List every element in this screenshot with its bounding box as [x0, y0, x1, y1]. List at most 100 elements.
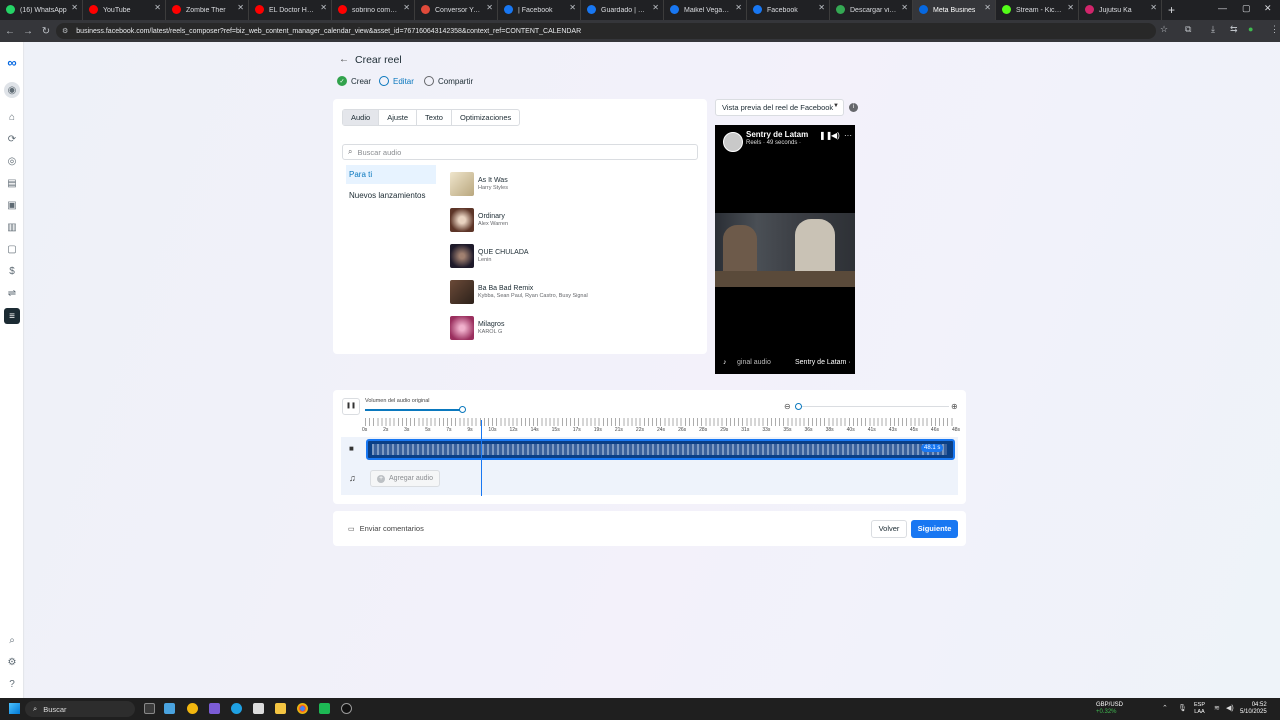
monetization-icon[interactable]: $	[4, 263, 20, 279]
language-indicator[interactable]: ESP LAA	[1194, 702, 1205, 716]
site-info-icon[interactable]: ⚙	[62, 27, 68, 35]
browser-tab[interactable]: Zombie Ther ✕	[166, 0, 249, 20]
planner-icon[interactable]: ▣	[4, 197, 20, 213]
content-icon[interactable]: ▤	[4, 175, 20, 191]
step-share[interactable]: Compartir	[424, 76, 473, 86]
minimize-icon[interactable]: —	[1218, 3, 1227, 13]
browser-tab[interactable]: sobrino combina ✕	[332, 0, 415, 20]
info-icon[interactable]: i	[849, 103, 858, 112]
account-avatar-icon[interactable]: ◉	[4, 82, 20, 98]
back-arrow-icon[interactable]: ←	[339, 54, 349, 65]
extensions-icon[interactable]: ⧉	[1185, 24, 1191, 35]
browser-tab[interactable]: Conversor YouT ✕	[415, 0, 498, 20]
send-feedback-link[interactable]: ▭ Enviar comentarios	[348, 524, 424, 533]
audio-search-input[interactable]	[357, 147, 678, 157]
category-para-ti[interactable]: Para ti	[346, 165, 436, 184]
tab-ajuste[interactable]: Ajuste	[379, 110, 418, 125]
browser-tab[interactable]: | Facebook ✕	[498, 0, 581, 20]
more-icon[interactable]: ···	[844, 131, 852, 140]
audio-track-item[interactable]: Milagros KAROL G	[450, 315, 504, 341]
tab-close-icon[interactable]: ✕	[237, 3, 244, 12]
back-button[interactable]: Volver	[871, 520, 907, 538]
new-tab-icon[interactable]: +	[1162, 3, 1181, 17]
audio-search[interactable]: ⌕	[342, 144, 698, 160]
back-nav-icon[interactable]: ←	[2, 26, 18, 37]
app-icon[interactable]	[209, 703, 220, 714]
browser-tab[interactable]: Guardado | Face ✕	[581, 0, 664, 20]
chevron-down-icon[interactable]: ▼	[833, 103, 839, 109]
tab-close-icon[interactable]: ✕	[1150, 3, 1157, 12]
tab-close-icon[interactable]: ✕	[735, 3, 742, 12]
tray-chevron-icon[interactable]: ⌃	[1162, 704, 1168, 712]
app-icon[interactable]	[319, 703, 330, 714]
star-icon[interactable]: ☆	[1160, 24, 1168, 35]
microphone-icon[interactable]: 🎙	[1178, 704, 1187, 712]
app-icon[interactable]	[187, 703, 198, 714]
volume-slider-handle[interactable]	[459, 406, 466, 413]
store-icon[interactable]	[253, 703, 264, 714]
browser-tab[interactable]: Descargar video ✕	[830, 0, 913, 20]
download-icon[interactable]: ⤓	[1211, 24, 1215, 35]
app-icon[interactable]	[341, 703, 352, 714]
browser-tab[interactable]: (16) WhatsApp ✕	[0, 0, 83, 20]
meta-logo-icon[interactable]: ∞	[4, 54, 20, 70]
timeline-pause-button[interactable]: ❚❚	[342, 398, 360, 415]
audio-track-item[interactable]: Ordinary Alex Warren	[450, 207, 508, 233]
tab-close-icon[interactable]: ✕	[320, 3, 327, 12]
edge-icon[interactable]	[231, 703, 242, 714]
browser-tab[interactable]: Stream - Kick Da ✕	[996, 0, 1079, 20]
volume-slider[interactable]	[365, 409, 463, 411]
tab-close-icon[interactable]: ✕	[154, 3, 161, 12]
file-explorer-icon[interactable]	[275, 703, 286, 714]
zoom-out-icon[interactable]: ⊖	[784, 402, 791, 411]
chrome-icon[interactable]	[297, 703, 308, 714]
tab-close-icon[interactable]: ✕	[652, 3, 659, 12]
playhead[interactable]	[481, 420, 482, 496]
step-edit[interactable]: Editar	[379, 76, 414, 86]
tab-close-icon[interactable]: ✕	[569, 3, 576, 12]
notifications-icon[interactable]: ⟳	[4, 131, 20, 147]
wifi-icon[interactable]: ≋	[1214, 704, 1220, 712]
browser-tab[interactable]: Facebook ✕	[747, 0, 830, 20]
windows-start-icon[interactable]	[9, 703, 20, 714]
zoom-in-icon[interactable]: ⊕	[951, 402, 958, 411]
tab-optimizaciones[interactable]: Optimizaciones	[452, 110, 519, 125]
add-audio-button[interactable]: + Agregar audio	[370, 470, 440, 487]
tab-close-icon[interactable]: ✕	[1067, 3, 1074, 12]
taskbar-search[interactable]: ⌕ Buscar	[25, 701, 135, 717]
help-icon[interactable]: ?	[4, 676, 20, 692]
settings-icon[interactable]: ⚙	[4, 654, 20, 670]
tab-close-icon[interactable]: ✕	[901, 3, 908, 12]
video-clip[interactable]	[366, 439, 955, 460]
profile-avatar-icon[interactable]: ●	[1248, 24, 1253, 34]
tab-texto[interactable]: Texto	[417, 110, 452, 125]
insights-icon[interactable]: ▥	[4, 219, 20, 235]
volume-icon[interactable]: ◀)	[831, 131, 840, 140]
browser-tab[interactable]: Maikel Vegas Re ✕	[664, 0, 747, 20]
tab-close-icon[interactable]: ✕	[984, 3, 991, 12]
category-nuevos-lanzamientos[interactable]: Nuevos lanzamientos	[346, 186, 436, 205]
home-icon[interactable]: ⌂	[4, 109, 20, 125]
campaigns-icon[interactable]: ⇌	[4, 285, 20, 301]
step-create[interactable]: ✓ Crear	[337, 76, 371, 86]
zoom-slider[interactable]	[797, 406, 949, 407]
tab-close-icon[interactable]: ✕	[818, 3, 825, 12]
tab-audio[interactable]: Audio	[343, 110, 380, 125]
clock[interactable]: 04:52 5/10/2025	[1240, 702, 1267, 716]
zoom-slider-handle[interactable]	[795, 403, 802, 410]
audio-track-item[interactable]: As It Was Harry Styles	[450, 171, 508, 197]
menu-kebab-icon[interactable]: ⋮	[1270, 24, 1279, 35]
all-tools-icon[interactable]: ≡	[4, 308, 20, 324]
audio-track-item[interactable]: QUE CHULADA Lenin	[450, 243, 529, 269]
tab-close-icon[interactable]: ✕	[403, 3, 410, 12]
forward-nav-icon[interactable]: →	[20, 26, 36, 37]
search-nav-icon[interactable]: ⌕	[4, 632, 20, 648]
speaker-icon[interactable]: ◀)	[1226, 704, 1234, 712]
next-button[interactable]: Siguiente	[911, 520, 958, 538]
browser-tab[interactable]: Jujutsu Ka ✕	[1079, 0, 1162, 20]
tab-close-icon[interactable]: ✕	[71, 3, 78, 12]
app-icon[interactable]	[164, 703, 175, 714]
browser-tab[interactable]: Meta Busines ✕	[913, 0, 996, 20]
tab-search-icon[interactable]: ⇆	[1230, 24, 1238, 35]
inbox-icon[interactable]: ▢	[4, 241, 20, 257]
